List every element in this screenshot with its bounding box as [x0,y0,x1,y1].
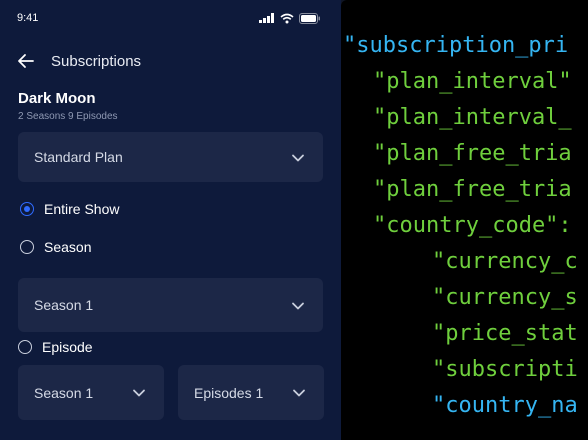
code-line: "subscription_pri [343,33,569,58]
episode-select-value: Episodes 1 [194,385,264,401]
code-panel: "subscription_pri "plan_interval" "plan_… [341,0,588,440]
arrow-left-icon [18,54,34,68]
option-episode[interactable]: Episode [18,337,93,357]
radio-episode[interactable] [18,340,32,354]
chevron-down-icon [292,154,304,162]
show-meta: 2 Seasons 9 Episodes [18,111,118,122]
code-line: "country_code": [373,213,572,238]
episode-season-select-value: Season 1 [34,385,94,401]
season-select-value: Season 1 [34,297,94,313]
chevron-down-icon [293,389,305,397]
option-entire-show[interactable]: Entire Show [20,199,119,219]
battery-icon [299,12,320,24]
status-time: 9:41 [17,12,39,24]
radio-season[interactable] [20,240,34,254]
phone-screen: 9:41 Subscriptions Dark Moon 2 Seasons 9… [0,0,341,440]
signal-icon [259,13,274,23]
chevron-down-icon [133,389,145,397]
option-season-label: Season [44,239,92,255]
plan-select[interactable]: Standard Plan [18,132,323,182]
code-line: "plan_interval" [373,69,572,94]
code-line: "plan_free_tria [373,141,572,166]
episode-select[interactable]: Episodes 1 [178,365,324,420]
radio-entire-show[interactable] [20,202,34,216]
option-season[interactable]: Season [20,237,91,257]
header: Subscriptions [0,44,341,78]
episode-season-select[interactable]: Season 1 [18,365,164,420]
plan-select-value: Standard Plan [34,149,123,165]
show-title: Dark Moon [18,90,96,107]
chevron-down-icon [292,302,304,310]
code-line: "price_stat [432,321,578,346]
code-line: "subscripti [432,357,578,382]
option-entire-show-label: Entire Show [44,201,120,217]
code-line: "currency_c [432,249,578,274]
option-episode-label: Episode [42,339,93,355]
code-line: "currency_s [432,285,578,310]
wifi-icon [280,13,294,23]
status-bar: 9:41 [0,0,341,36]
status-icons [259,12,321,24]
season-select[interactable]: Season 1 [18,278,323,332]
back-button[interactable] [14,49,38,73]
page-title: Subscriptions [51,53,142,70]
code-line: "country_na [432,393,578,418]
code-line: "plan_interval_ [373,105,572,130]
code-line: "plan_free_tria [373,177,572,202]
